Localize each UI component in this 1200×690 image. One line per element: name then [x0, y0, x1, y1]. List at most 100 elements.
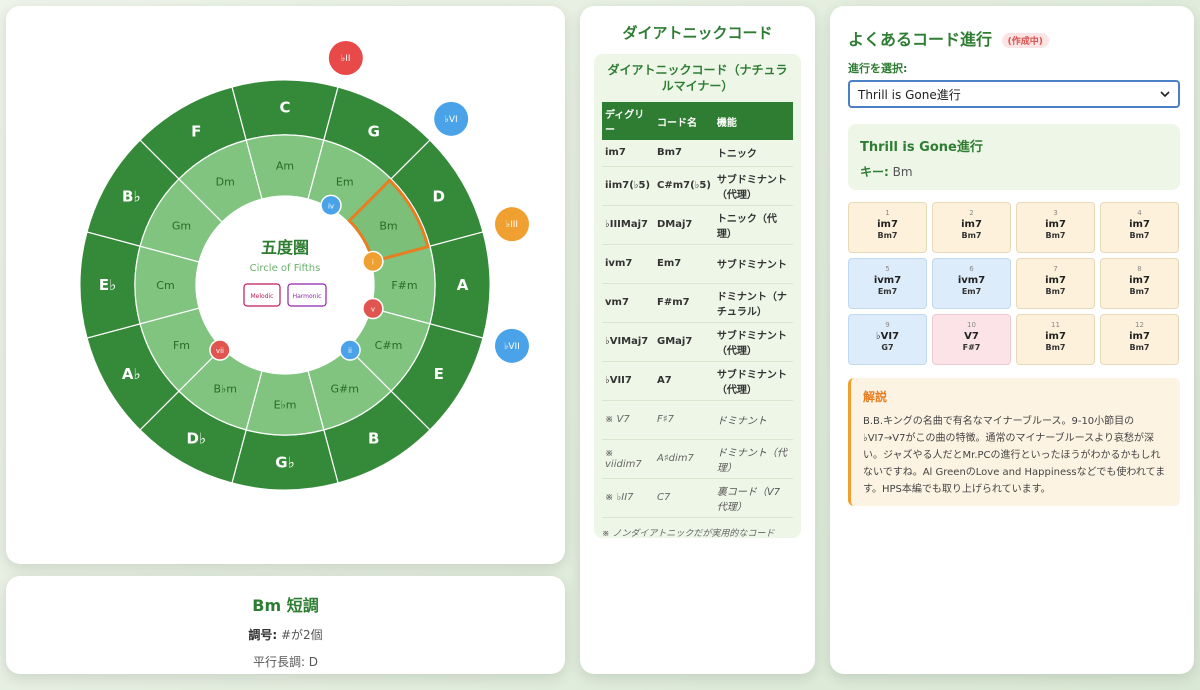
bar-degree: im7	[877, 219, 898, 230]
bar-degree: ivm7	[957, 275, 986, 286]
bar-degree: im7	[961, 219, 982, 230]
relative-key: 平行長調: D	[252, 655, 319, 669]
cell-chord: GMaj7	[654, 322, 714, 362]
cell-chord: Em7	[654, 244, 714, 284]
diatonic-row: ♭IIIMaj7 DMaj7 トニック（代理）	[602, 205, 793, 245]
progression-info: Thrill is Gone進行 キー: Bm	[848, 124, 1180, 190]
circle-of-fifths-panel: C Am G Em D Bm A F#m E C#m B G#m G♭ E♭m D♭ B♭m A♭ Fm E♭ Cm B…	[6, 6, 565, 564]
degree-marker-label: i	[372, 258, 374, 266]
diatonic-table-box: ダイアトニックコード（ナチュラルマイナー） ディグリー コード名 機能 im7 B…	[594, 54, 801, 539]
bar-cell[interactable]: 2 im7 Bm7	[932, 202, 1011, 253]
major-key-label: B♭	[122, 187, 141, 205]
wheel-title: 五度圏	[261, 238, 309, 257]
key-signature-value: #が2個	[280, 628, 323, 642]
cell-chord: A7	[654, 361, 714, 401]
bar-cell[interactable]: 9 ♭VI7 G7	[848, 314, 927, 365]
header-chord: コード名	[654, 102, 714, 140]
major-key-label: E	[434, 365, 444, 383]
bar-chord: Bm7	[877, 231, 898, 240]
bar-cell[interactable]: 10 V7 F#7	[932, 314, 1011, 365]
cell-chord: F♯7	[654, 400, 714, 440]
wheel-subtitle: Circle of Fifths	[250, 263, 321, 274]
major-key-label: G♭	[275, 454, 294, 472]
progression-select[interactable]: Thrill is Gone進行	[848, 80, 1180, 108]
cell-chord: C#m7(♭5)	[654, 166, 714, 206]
diatonic-table: ディグリー コード名 機能 im7 Bm7 トニック iim7(♭5) C#m7(♭5)…	[602, 102, 793, 518]
cell-chord: F#m7	[654, 283, 714, 323]
cell-func: ドミナント	[713, 400, 793, 440]
cell-chord: A♯dim7	[654, 439, 714, 479]
bar-number: 3	[1053, 209, 1058, 217]
bar-number: 8	[1137, 265, 1142, 273]
explanation-box: 解説 B.B.キングの名曲で有名なマイナーブルース。9-10小節目の♭VI7→V…	[848, 378, 1180, 506]
bar-number: 4	[1137, 209, 1142, 217]
bar-number: 1	[885, 209, 890, 217]
bar-number: 12	[1135, 321, 1144, 329]
progression-info-name: Thrill is Gone進行	[860, 140, 983, 155]
bar-cell[interactable]: 7 im7 Bm7	[1016, 258, 1095, 309]
bar-chord: Bm7	[1129, 343, 1150, 352]
major-key-label: A♭	[122, 365, 141, 383]
bar-degree: ivm7	[873, 275, 902, 286]
progression-title-text: よくあるコード進行	[848, 30, 993, 49]
bar-chord: F#7	[962, 343, 981, 352]
bar-cell[interactable]: 8 im7 Bm7	[1100, 258, 1179, 309]
cell-degree: ※ V7	[602, 400, 654, 440]
key-signature-label: 調号:	[248, 628, 278, 642]
explanation-text: B.B.キングの名曲で有名なマイナーブルース。9-10小節目の♭VI7→V7がこ…	[863, 416, 1166, 495]
major-key-label: C	[279, 99, 290, 117]
bar-number: 11	[1051, 321, 1060, 329]
cell-degree: im7	[602, 140, 654, 167]
bar-degree: im7	[1045, 331, 1066, 342]
degree-marker-label: vii	[216, 347, 224, 355]
progression-bar-grid: 1 im7 Bm7 2 im7 Bm7 3 im7 Bm7 4 im7 Bm7 5 ivm7 Em7 6 ivm…	[848, 202, 1180, 365]
diatonic-note: ※ ノンダイアトニックだが実用的なコード	[602, 528, 775, 539]
bar-chord: Bm7	[1045, 343, 1066, 352]
chevron-down-icon	[1160, 91, 1170, 97]
diatonic-row: ♭VII7 A7 サブドミナント（代理）	[602, 361, 793, 401]
bar-degree: im7	[1045, 275, 1066, 286]
outer-degree-label: ♭VII	[504, 342, 520, 352]
progression-select-label: 進行を選択:	[848, 62, 908, 75]
outer-degree-label: ♭II	[341, 54, 351, 64]
progression-key-label: キー:	[860, 165, 889, 179]
cell-chord: Bm7	[654, 140, 714, 167]
degree-marker-label: v	[371, 306, 375, 314]
cell-degree: vm7	[602, 283, 654, 323]
minor-key-label: Cm	[156, 279, 174, 292]
explanation-title: 解説	[863, 390, 888, 404]
bar-cell[interactable]: 6 ivm7 Em7	[932, 258, 1011, 309]
bar-degree: V7	[964, 331, 979, 342]
major-key-label: D	[432, 187, 444, 205]
minor-key-label: Am	[276, 160, 294, 173]
bar-chord: Em7	[961, 287, 982, 296]
key-signature: 調号: #が2個	[6, 626, 565, 643]
progression-panel: よくあるコード進行 (作成中) 進行を選択: Thrill is Gone進行 …	[830, 6, 1194, 674]
minor-key-label: Em	[336, 176, 354, 189]
bar-cell[interactable]: 5 ivm7 Em7	[848, 258, 927, 309]
major-key-label: G	[368, 122, 380, 140]
bar-degree: im7	[1129, 219, 1150, 230]
cell-chord: DMaj7	[654, 205, 714, 245]
bar-cell[interactable]: 3 im7 Bm7	[1016, 202, 1095, 253]
header-function: 機能	[713, 102, 793, 140]
bar-number: 10	[967, 321, 976, 329]
minor-key-label: Bm	[379, 219, 397, 232]
cell-func: トニック（代理）	[713, 205, 793, 245]
bar-cell[interactable]: 4 im7 Bm7	[1100, 202, 1179, 253]
header-degree: ディグリー	[602, 102, 654, 140]
cell-degree: ※ viidim7	[602, 439, 654, 479]
outer-degree-label: ♭III	[506, 220, 518, 230]
cell-func: ドミナント（ナチュラル）	[713, 283, 793, 323]
bar-number: 9	[885, 321, 890, 329]
cell-chord: C7	[654, 478, 714, 518]
bar-chord: Bm7	[1045, 231, 1066, 240]
cell-degree: ♭VII7	[602, 361, 654, 401]
bar-chord: Bm7	[1129, 287, 1150, 296]
minor-key-label: B♭m	[214, 382, 237, 395]
bar-number: 7	[1053, 265, 1058, 273]
bar-cell[interactable]: 12 im7 Bm7	[1100, 314, 1179, 365]
bar-cell[interactable]: 1 im7 Bm7	[848, 202, 927, 253]
cell-degree: ※ ♭II7	[602, 478, 654, 518]
bar-cell[interactable]: 11 im7 Bm7	[1016, 314, 1095, 365]
